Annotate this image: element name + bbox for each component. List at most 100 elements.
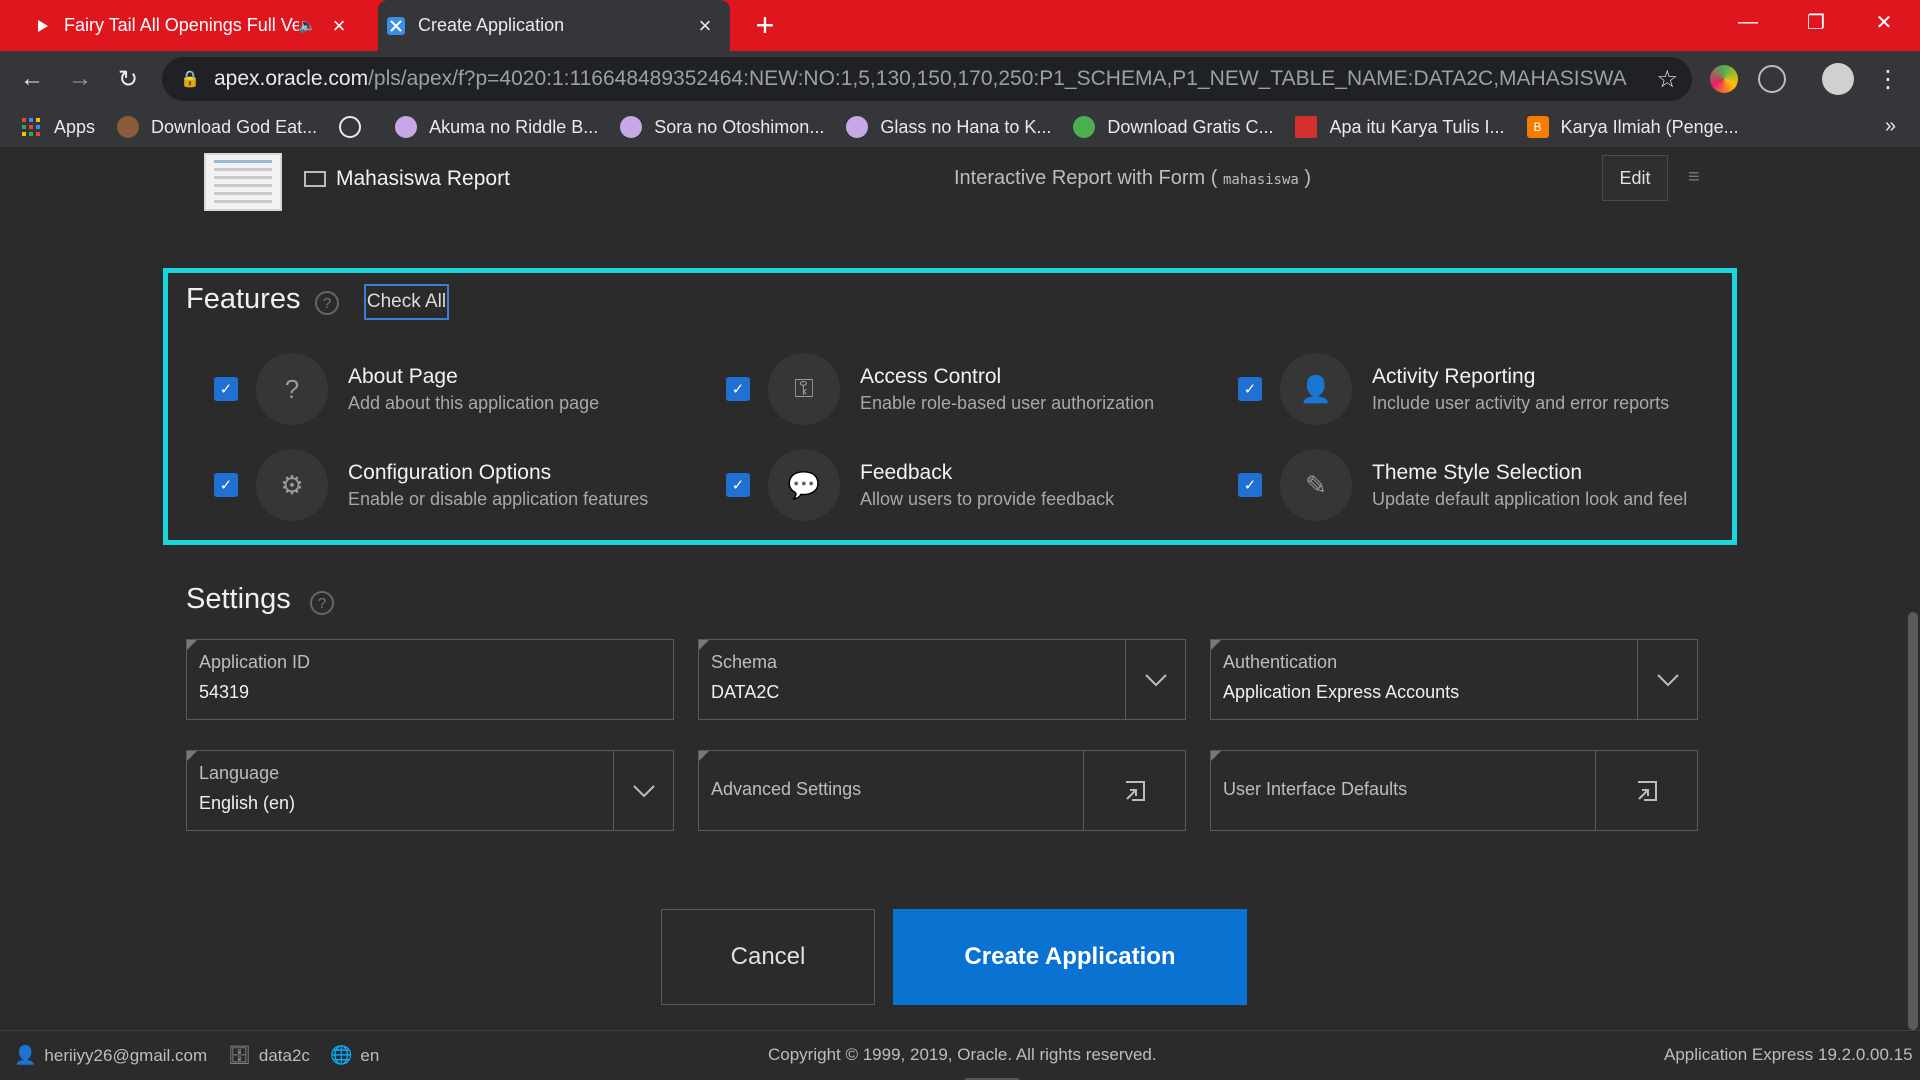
- footer-workspace-text: data2c: [258, 1045, 310, 1065]
- feature-access-control[interactable]: ✓ ⚿ Access Control Enable role-based use…: [698, 351, 1178, 425]
- tab-create-application[interactable]: Create Application ×: [378, 0, 730, 51]
- feature-feedback[interactable]: ✓ 💬 Feedback Allow users to provide feed…: [698, 447, 1178, 521]
- checkbox[interactable]: ✓: [214, 473, 238, 497]
- restore-button[interactable]: ❐: [1784, 0, 1848, 44]
- footer-user-text: heriiyy26@gmail.com: [44, 1045, 208, 1065]
- feature-desc: Allow users to provide feedback: [860, 489, 1115, 509]
- checkbox[interactable]: ✓: [214, 377, 238, 401]
- speaker-icon[interactable]: 🔈: [299, 17, 316, 34]
- footer-workspace[interactable]: 🗄 data2c: [228, 1045, 310, 1066]
- database-icon: 🗄: [228, 1045, 251, 1065]
- chevron-down-icon[interactable]: [1637, 640, 1697, 719]
- paw-icon: [395, 116, 418, 138]
- new-tab-button[interactable]: +: [748, 8, 782, 42]
- menu-kebab-icon[interactable]: ⋮: [1872, 63, 1904, 95]
- tab-youtube[interactable]: Fairy Tail All Openings Full Ve 🔈 ×: [24, 0, 364, 51]
- bookmark-karya-ilmiah[interactable]: B Karya Ilmiah (Penge...: [1526, 116, 1739, 138]
- feature-desc: Update default application look and feel: [1372, 489, 1688, 509]
- browser-tab-bar: Fairy Tail All Openings Full Ve 🔈 × Crea…: [0, 0, 1920, 51]
- globe-extension-icon[interactable]: [1758, 65, 1786, 93]
- bookmark-star-icon[interactable]: ☆: [1656, 65, 1678, 94]
- bookmark-god-eater[interactable]: Download God Eat...: [117, 116, 317, 138]
- bookmark-globe[interactable]: [339, 116, 373, 138]
- lock-icon: 🔒: [180, 71, 200, 88]
- chevron-down-icon[interactable]: [613, 751, 673, 830]
- chevron-down-icon[interactable]: [1125, 640, 1185, 719]
- browser-toolbar: ← → ↻ 🔒 apex.oracle.com/pls/apex/f?p=402…: [0, 51, 1920, 107]
- bookmarks-bar: Apps Download God Eat... Akuma no Riddle…: [0, 107, 1920, 147]
- bookmark-label: Sora no Otoshimon...: [654, 116, 825, 137]
- bookmark-karya-tulis[interactable]: Apa itu Karya Tulis I...: [1295, 116, 1505, 138]
- check-all-button[interactable]: Check All: [364, 284, 449, 320]
- close-icon[interactable]: ×: [694, 13, 716, 38]
- scrollbar-thumb[interactable]: [1908, 612, 1918, 1030]
- feature-desc: Include user activity and error reports: [1372, 393, 1670, 413]
- back-arrow-icon[interactable]: ←: [16, 63, 48, 95]
- field-label: User Interface Defaults: [1223, 779, 1408, 799]
- profile-avatar[interactable]: [1822, 63, 1854, 95]
- authentication-select[interactable]: Authentication Application Express Accou…: [1210, 639, 1698, 720]
- cancel-button[interactable]: Cancel: [661, 909, 875, 1005]
- bookmark-label: Akuma no Riddle B...: [429, 116, 599, 137]
- report-table-name: mahasiswa: [1222, 172, 1299, 188]
- table-grid-icon: [304, 171, 326, 187]
- user-chart-icon: 👤: [1280, 353, 1352, 425]
- sliders-icon: ⚙: [256, 449, 328, 521]
- bookmark-akuma-no-riddle[interactable]: Akuma no Riddle B...: [395, 116, 598, 138]
- checkbox[interactable]: ✓: [1238, 473, 1262, 497]
- bookmark-sora-no-otoshimono[interactable]: Sora no Otoshimon...: [620, 116, 824, 138]
- feature-desc: Enable or disable application features: [348, 489, 649, 509]
- ui-defaults-field[interactable]: User Interface Defaults: [1210, 750, 1698, 831]
- leaf-icon: [1073, 116, 1096, 138]
- address-bar[interactable]: 🔒 apex.oracle.com/pls/apex/f?p=4020:1:11…: [162, 57, 1692, 101]
- create-application-button[interactable]: Create Application: [893, 909, 1247, 1005]
- help-icon[interactable]: ?: [315, 291, 339, 315]
- settings-title: Settings: [186, 583, 291, 615]
- footer-language[interactable]: 🌐 en: [330, 1045, 379, 1066]
- globe-icon: 🌐: [330, 1045, 353, 1065]
- anime-icon: [117, 116, 140, 138]
- close-icon[interactable]: ×: [328, 13, 350, 38]
- help-icon[interactable]: ?: [310, 591, 334, 615]
- bookmark-label: Download God Eat...: [151, 116, 318, 137]
- language-select[interactable]: Language English (en): [186, 750, 674, 831]
- bookmark-label: Apa itu Karya Tulis I...: [1329, 116, 1505, 137]
- field-value[interactable]: 54319: [199, 682, 249, 703]
- open-dialog-icon[interactable]: [1083, 751, 1185, 830]
- open-dialog-icon[interactable]: [1595, 751, 1697, 830]
- checkbox[interactable]: ✓: [726, 473, 750, 497]
- bookmark-glass-no-hana[interactable]: Glass no Hana to K...: [846, 116, 1051, 138]
- footer-user[interactable]: 👤 heriiyy26@gmail.com: [14, 1045, 207, 1066]
- forward-arrow-icon[interactable]: →: [64, 63, 96, 95]
- features-title: Features: [186, 283, 301, 315]
- advanced-settings-field[interactable]: Advanced Settings: [698, 750, 1186, 831]
- field-value: English (en): [199, 793, 296, 813]
- bookmark-download-gratis[interactable]: Download Gratis C...: [1073, 116, 1273, 138]
- field-value: Application Express Accounts: [1223, 682, 1460, 702]
- paw-icon: [846, 116, 869, 138]
- edit-button[interactable]: Edit: [1602, 155, 1668, 201]
- apps-grid-icon: [20, 116, 42, 138]
- drag-handle-icon[interactable]: ≡: [1688, 167, 1708, 187]
- field-label: Application ID: [199, 652, 311, 672]
- checkbox[interactable]: ✓: [1238, 377, 1262, 401]
- feature-configuration-options[interactable]: ✓ ⚙ Configuration Options Enable or disa…: [186, 447, 666, 521]
- feature-about-page[interactable]: ✓ ? About Page Add about this applicatio…: [186, 351, 666, 425]
- feature-theme-style-selection[interactable]: ✓ ✎ Theme Style Selection Update default…: [1210, 447, 1690, 521]
- report-type: Interactive Report with Form ( mahasiswa…: [954, 167, 1311, 190]
- close-window-button[interactable]: ✕: [1852, 0, 1916, 44]
- application-id-field[interactable]: Application ID 54319: [186, 639, 674, 720]
- bookmark-apps[interactable]: Apps: [20, 116, 95, 138]
- page-scrollbar[interactable]: [1904, 147, 1920, 1030]
- brush-icon: ✎: [1280, 449, 1352, 521]
- reload-icon[interactable]: ↻: [112, 63, 144, 95]
- more-bookmarks-icon[interactable]: »: [1885, 115, 1896, 138]
- minimize-button[interactable]: —: [1716, 0, 1780, 44]
- question-icon: ?: [256, 353, 328, 425]
- apex-footer: 👤 heriiyy26@gmail.com 🗄 data2c 🌐 en Copy…: [0, 1030, 1920, 1080]
- bookmark-label: Download Gratis C...: [1107, 116, 1274, 137]
- feature-activity-reporting[interactable]: ✓ 👤 Activity Reporting Include user acti…: [1210, 351, 1690, 425]
- checkbox[interactable]: ✓: [726, 377, 750, 401]
- extension-icon[interactable]: [1710, 65, 1738, 93]
- schema-select[interactable]: Schema DATA2C: [698, 639, 1186, 720]
